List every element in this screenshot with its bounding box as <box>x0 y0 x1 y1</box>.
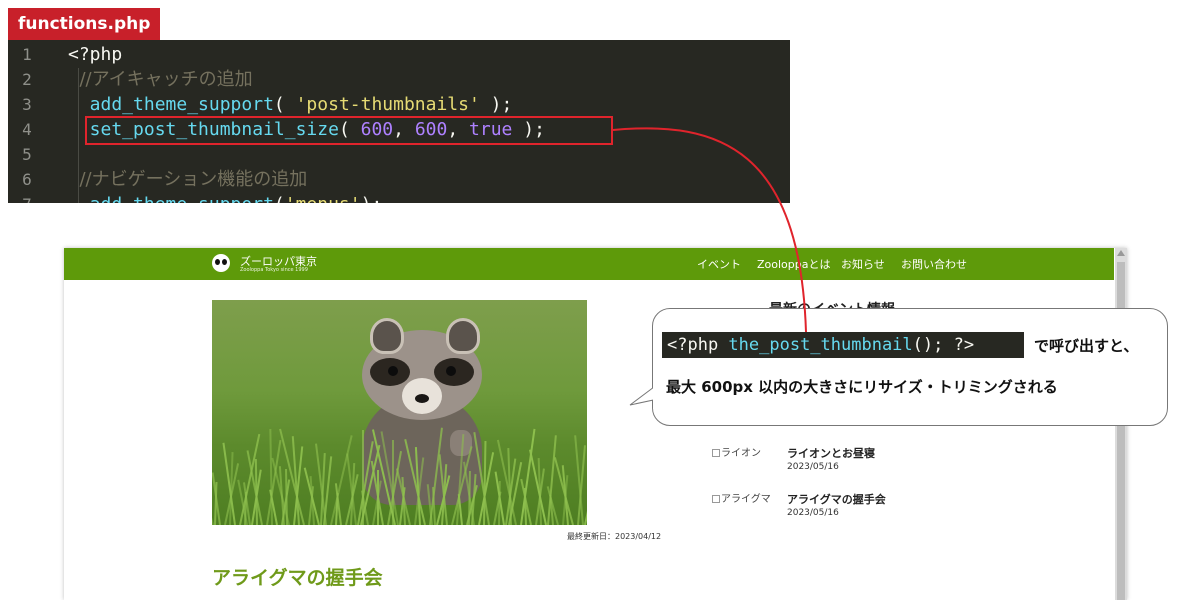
broken-image-icon <box>712 449 720 457</box>
site-header: ズーロッパ東京 Zooloppa Tokyo since 1999 イベント Z… <box>64 248 1114 280</box>
line-number: 5 <box>22 145 32 164</box>
raccoon-eye-right <box>446 366 456 376</box>
raccoon-nose <box>415 394 429 403</box>
code-token: //アイキャッチの追加 <box>68 69 253 90</box>
line-number: 3 <box>22 95 32 114</box>
code-token: <?php <box>667 335 729 355</box>
callout-text-line1: で呼び出すと、 <box>1034 337 1139 355</box>
line-number: 7 <box>8 192 46 203</box>
file-name-tab: functions.php <box>8 8 160 40</box>
article-title: アライグマの握手会 <box>212 567 383 589</box>
raccoon-ear-right <box>446 318 480 354</box>
code-token: ); <box>479 94 513 115</box>
callout-code-snippet: <?php the_post_thumbnail(); ?> <box>662 332 1024 358</box>
code-token: //ナビゲーション機能の追加 <box>68 169 308 190</box>
code-text: add_theme_support('menus'); <box>68 192 383 203</box>
callout-text-line2: 最大 600px 以内の大きさにリサイズ・トリミングされる <box>666 378 1058 396</box>
code-token: ( <box>273 94 296 115</box>
code-token: ); <box>361 194 383 203</box>
line-number: 4 <box>22 120 32 139</box>
code-token: the_post_thumbnail <box>728 335 913 355</box>
event-thumbnail-raccoon[interactable]: アライグマ <box>712 490 771 505</box>
nav-item-contact[interactable]: お問い合わせ <box>901 256 967 272</box>
code-text: <?php <box>68 42 122 67</box>
grass-blade <box>584 492 587 525</box>
code-token: 'menus' <box>285 194 361 203</box>
event-title[interactable]: アライグマの握手会 <box>787 491 886 507</box>
thumbnail-alt-text: アライグマ <box>721 494 771 505</box>
callout-bubble <box>652 308 1168 426</box>
code-text: add_theme_support( 'post-thumbnails' ); <box>68 92 513 117</box>
line-number: 1 <box>22 45 32 64</box>
code-text: //アイキャッチの追加 <box>68 67 253 92</box>
code-token: <?php <box>68 44 123 65</box>
featured-image-raccoon <box>212 300 587 525</box>
nav-item-news[interactable]: お知らせ <box>841 256 885 272</box>
code-token: 'post-thumbnails' <box>295 94 480 115</box>
thumbnail-alt-text: ライオン <box>721 448 761 459</box>
raccoon-ear-left <box>370 318 404 354</box>
highlight-box <box>85 116 613 145</box>
event-thumbnail-lion[interactable]: ライオン <box>712 444 761 459</box>
event-date: 2023/05/16 <box>787 462 839 472</box>
line-number: 2 <box>22 70 32 89</box>
code-token: add_theme_support <box>68 94 274 115</box>
site-logo-tagline: Zooloppa Tokyo since 1999 <box>240 267 308 273</box>
nav-item-events[interactable]: イベント <box>697 256 741 272</box>
event-date: 2023/05/16 <box>787 508 839 518</box>
panda-logo-icon[interactable] <box>212 254 230 272</box>
code-token: ( <box>274 194 285 203</box>
event-title[interactable]: ライオンとお昼寝 <box>787 445 875 461</box>
code-token: (); ?> <box>912 335 975 355</box>
code-token: add_theme_support <box>68 194 274 203</box>
last-updated: 最終更新日：2023/04/12 <box>567 532 662 541</box>
grass-blade <box>362 430 364 525</box>
broken-image-icon <box>712 495 720 503</box>
raccoon-eye-left <box>388 366 398 376</box>
nav-item-about[interactable]: Zooloppaとは <box>757 256 831 272</box>
code-text: //ナビゲーション機能の追加 <box>68 167 307 192</box>
line-number: 6 <box>22 170 32 189</box>
scroll-up-arrow-icon[interactable] <box>1117 250 1125 256</box>
callout-tail <box>629 385 660 409</box>
